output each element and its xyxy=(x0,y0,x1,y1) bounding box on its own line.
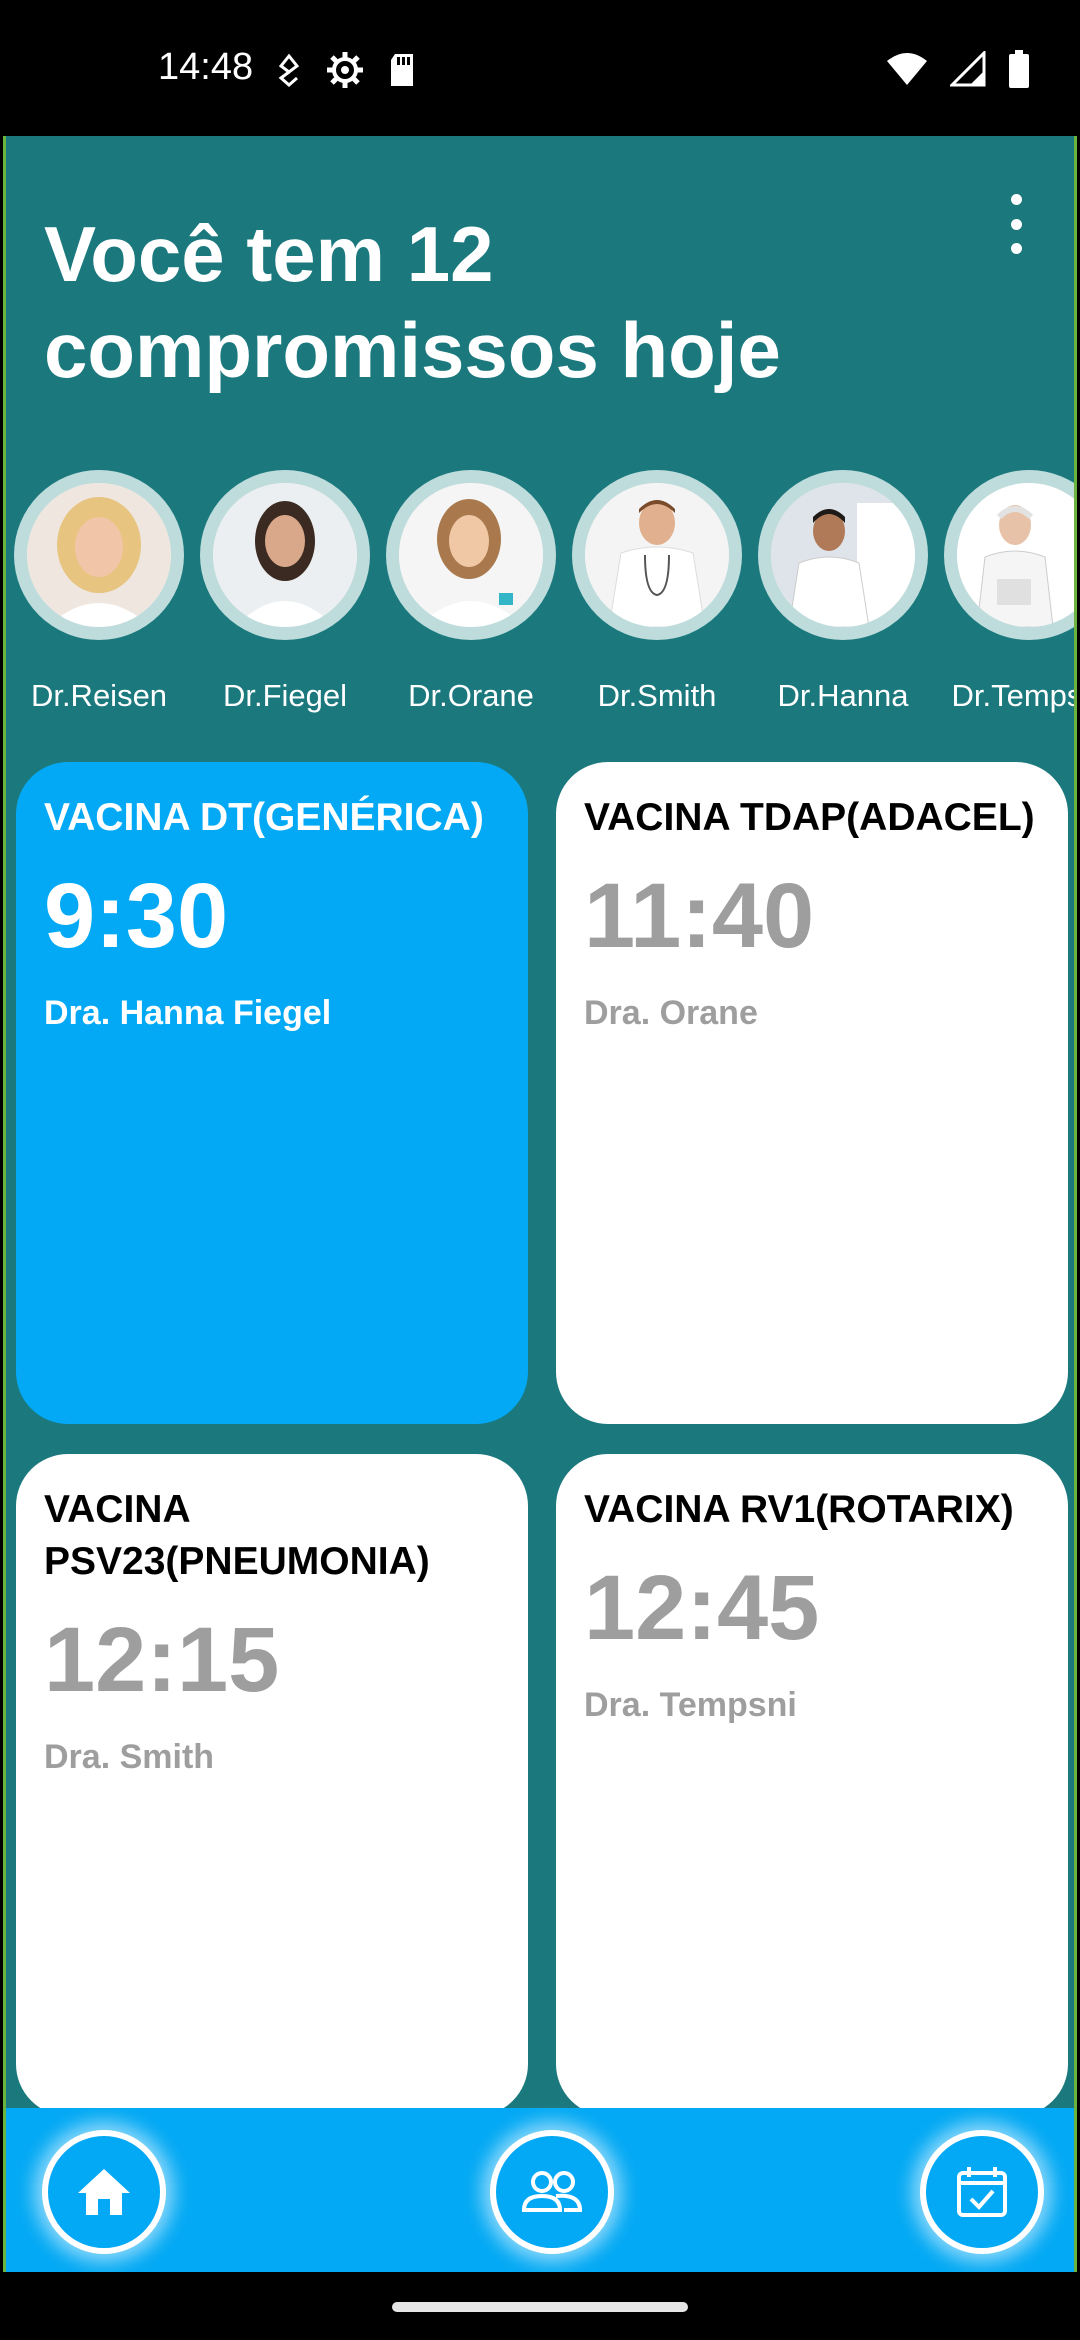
avatar xyxy=(386,470,556,640)
wifi-icon xyxy=(887,53,927,85)
doctor-name: Dr.Orane xyxy=(408,678,534,713)
doctor-item[interactable]: Dr.Tempsni xyxy=(936,470,1074,714)
appointment-title: VACINA DT(GENÉRICA) xyxy=(44,796,484,839)
app-screen: Você tem 12 compromissos hoje Dr.Reisen xyxy=(3,136,1077,2272)
more-vert-icon[interactable] xyxy=(998,194,1034,254)
appointment-time: 9:30 xyxy=(44,865,229,967)
calendar-check-icon xyxy=(957,2167,1007,2217)
doctor-item[interactable]: Dr.Fiegel xyxy=(192,470,378,714)
battery-icon xyxy=(1009,50,1029,88)
appointment-doctor: Dra. Hanna Fiegel xyxy=(44,994,332,1032)
appointment-title: VACINA RV1(ROTARIX) xyxy=(584,1488,1014,1531)
appointment-doctor: Dra. Smith xyxy=(44,1738,215,1776)
status-icons-left xyxy=(275,50,417,90)
doctor-name: Dr.Reisen xyxy=(30,678,168,713)
doctor-name: Dr.Smith xyxy=(597,678,717,713)
doctor-item[interactable]: Dr.Smith xyxy=(564,470,750,714)
people-button[interactable] xyxy=(490,2130,614,2254)
doctor-item[interactable]: Dr.Reisen xyxy=(6,470,192,714)
status-icons-right xyxy=(886,50,1030,88)
settings-gear-icon xyxy=(327,52,363,88)
home-button[interactable] xyxy=(42,2130,166,2254)
appointment-time: 12:15 xyxy=(44,1609,280,1711)
appointment-card[interactable]: VACINA TDAP(ADACEL) 11:40 Dra. Orane xyxy=(556,762,1068,1424)
signal-icon xyxy=(950,51,986,87)
appointment-title: VACINA TDAP(ADACEL) xyxy=(584,796,1035,839)
doctor-name: Dr.Tempsni xyxy=(951,678,1074,713)
appointment-time: 11:40 xyxy=(584,865,815,967)
status-time: 14:48 xyxy=(158,46,254,88)
avatar xyxy=(758,470,928,640)
status-bar: 14:48 xyxy=(0,0,1080,136)
home-icon xyxy=(78,2169,130,2215)
avatar xyxy=(14,470,184,640)
appointment-card[interactable]: VACINA RV1(ROTARIX) 12:45 Dra. Tempsni xyxy=(556,1454,1068,2116)
doctor-item[interactable]: Dr.Hanna xyxy=(750,470,936,714)
doctor-carousel[interactable]: Dr.Reisen Dr.Fiegel Dr.Orane Dr.Smith Dr… xyxy=(6,470,1074,730)
avatar xyxy=(944,470,1074,640)
sd-card-icon xyxy=(391,54,413,86)
page-title: Você tem 12 compromissos hoje xyxy=(44,210,781,394)
avatar xyxy=(572,470,742,640)
people-icon xyxy=(521,2171,583,2212)
avatar xyxy=(200,470,370,640)
appointment-card[interactable]: VACINA DT(GENÉRICA) 9:30 Dra. Hanna Fieg… xyxy=(16,762,528,1424)
data-saver-icon xyxy=(278,53,300,87)
doctor-item[interactable]: Dr.Orane xyxy=(378,470,564,714)
doctor-name: Dr.Hanna xyxy=(777,678,909,713)
doctor-name: Dr.Fiegel xyxy=(222,678,348,713)
appointment-time: 12:45 xyxy=(584,1557,820,1659)
bottom-navigation xyxy=(6,2108,1074,2272)
calendar-button[interactable] xyxy=(920,2130,1044,2254)
home-gesture-pill[interactable] xyxy=(392,2302,688,2312)
appointment-doctor: Dra. Tempsni xyxy=(584,1686,797,1724)
appointment-title: VACINA PSV23(PNEUMONIA) xyxy=(44,1488,430,1583)
appointment-doctor: Dra. Orane xyxy=(584,994,758,1032)
appointment-card[interactable]: VACINA PSV23(PNEUMONIA) 12:15 Dra. Smith xyxy=(16,1454,528,2116)
